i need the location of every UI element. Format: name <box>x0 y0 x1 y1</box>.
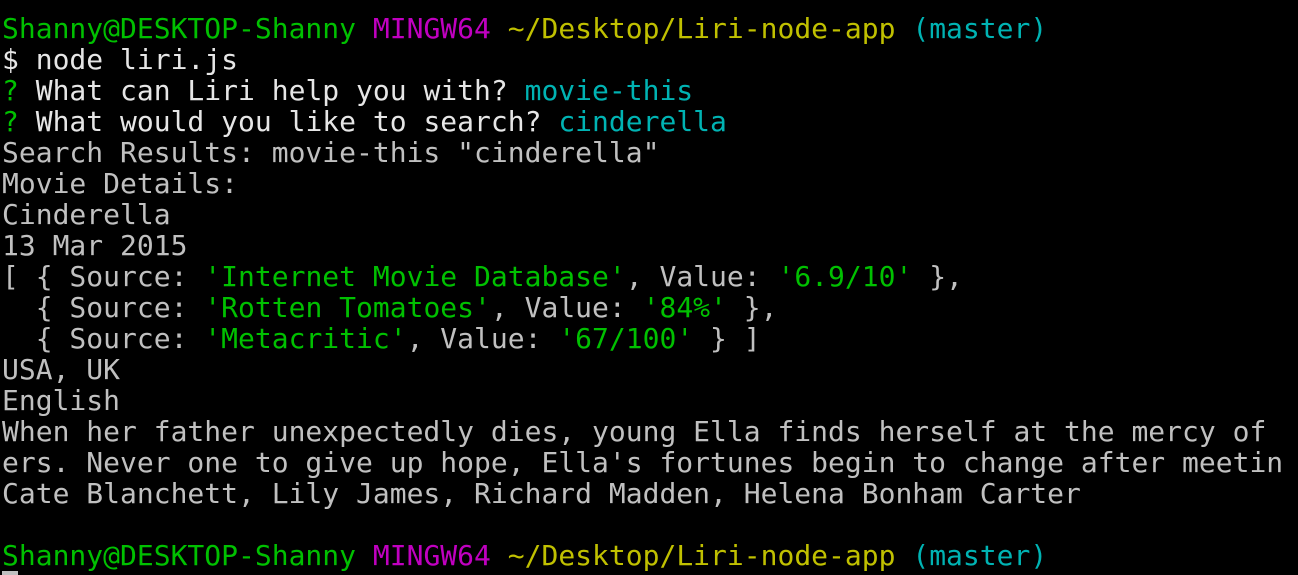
movie-plot-line: ers. Never one to give up hope, Ella's f… <box>2 446 1284 479</box>
prompt-branch: (master) <box>912 12 1048 45</box>
question-answer: movie-this <box>524 74 694 107</box>
question-mark-icon: ? <box>2 105 19 138</box>
movie-actors: Cate Blanchett, Lily James, Richard Madd… <box>2 477 1081 510</box>
prompt-system: MINGW64 <box>372 539 491 572</box>
question-text: What can Liri help you with? <box>35 74 508 107</box>
rating-line: { Source: 'Metacritic', Value: '67/100' … <box>2 322 761 355</box>
question-mark-icon: ? <box>2 74 19 107</box>
question-answer: cinderella <box>558 105 727 138</box>
question-line: ? What would you like to search? cindere… <box>0 106 1298 137</box>
search-results-line: Search Results: movie-this "cinderella" <box>2 136 660 169</box>
command-line: $ node liri.js <box>0 44 1298 75</box>
rating-line: [ { Source: 'Internet Movie Database', V… <box>2 260 963 293</box>
prompt-system: MINGW64 <box>372 12 491 45</box>
prompt-user-host: Shanny@DESKTOP-Shanny <box>2 539 357 572</box>
rating-source: 'Rotten Tomatoes' <box>204 291 491 324</box>
prompt-line: Shanny@DESKTOP-Shanny MINGW64 ~/Desktop/… <box>0 540 1298 571</box>
terminal-window[interactable]: Shanny@DESKTOP-Shanny MINGW64 ~/Desktop/… <box>0 0 1298 575</box>
question-text: What would you like to search? <box>35 105 542 138</box>
cursor <box>2 571 18 575</box>
rating-value: '6.9/10' <box>777 260 913 293</box>
movie-details-heading: Movie Details: <box>2 167 239 200</box>
rating-value: '67/100' <box>558 322 694 355</box>
prompt-path: ~/Desktop/Liri-node-app <box>507 539 896 572</box>
rating-source: 'Metacritic' <box>204 322 407 355</box>
question-line: ? What can Liri help you with? movie-thi… <box>0 75 1298 106</box>
command-text: node liri.js <box>35 43 239 76</box>
prompt-path: ~/Desktop/Liri-node-app <box>507 12 896 45</box>
prompt-branch: (master) <box>912 539 1048 572</box>
rating-source: 'Internet Movie Database' <box>204 260 626 293</box>
rating-value: '84%' <box>642 291 727 324</box>
movie-released: 13 Mar 2015 <box>2 229 188 262</box>
rating-line: { Source: 'Rotten Tomatoes', Value: '84%… <box>2 291 778 324</box>
prompt-line: Shanny@DESKTOP-Shanny MINGW64 ~/Desktop/… <box>0 13 1298 44</box>
prompt-user-host: Shanny@DESKTOP-Shanny <box>2 12 357 45</box>
movie-plot-line: When her father unexpectedly dies, young… <box>2 415 1267 448</box>
movie-title: Cinderella <box>2 198 171 231</box>
movie-country: USA, UK <box>2 353 121 386</box>
command-symbol: $ <box>2 43 19 76</box>
movie-language: English <box>2 384 121 417</box>
